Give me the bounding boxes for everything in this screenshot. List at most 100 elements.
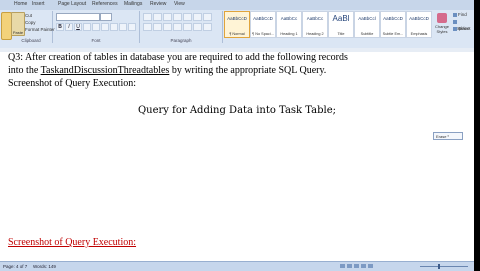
style-name: ¶ Normal bbox=[229, 32, 245, 36]
web-layout-icon[interactable] bbox=[354, 264, 359, 268]
style-emphasis[interactable]: AaBbCcD Emphasis bbox=[406, 11, 432, 38]
full-screen-icon[interactable] bbox=[347, 264, 352, 268]
tab-page-layout[interactable]: Page Layout bbox=[58, 1, 86, 7]
paragraph-row-2 bbox=[143, 23, 213, 31]
borders-button[interactable] bbox=[203, 23, 212, 31]
style-no-spacing[interactable]: AaBbCcD ¶ No Spaci... bbox=[250, 11, 276, 38]
tab-mailings[interactable]: Mailings bbox=[124, 1, 142, 7]
justify-button[interactable] bbox=[173, 23, 182, 31]
change-case-button[interactable] bbox=[110, 23, 118, 31]
font-group-label: Font bbox=[91, 38, 101, 43]
bullets-button[interactable] bbox=[143, 13, 152, 21]
center-button[interactable] bbox=[153, 23, 162, 31]
zoom-slider-knob[interactable] bbox=[438, 264, 440, 269]
style-name: ¶ No Spaci... bbox=[252, 32, 274, 36]
style-name: Heading 1 bbox=[280, 32, 298, 36]
doc-line-2-suffix: by writing the appropriate SQL Query. bbox=[169, 65, 327, 76]
tab-insert[interactable]: Insert bbox=[32, 1, 45, 7]
draft-icon[interactable] bbox=[368, 264, 373, 268]
format-painter-button[interactable]: Format Painter bbox=[25, 27, 55, 32]
replace-button[interactable]: Replace bbox=[453, 18, 474, 31]
ribbon: Home Insert Page Layout References Maili… bbox=[0, 0, 474, 49]
paragraph-group-label: Paragraph bbox=[170, 38, 192, 43]
editing-group: Find Replace Select bbox=[453, 11, 474, 41]
shading-button[interactable] bbox=[193, 23, 202, 31]
cut-button[interactable]: Cut bbox=[25, 13, 32, 18]
numbering-button[interactable] bbox=[153, 13, 162, 21]
style-normal[interactable]: AaBbCcD ¶ Normal bbox=[224, 11, 250, 38]
style-name: Title bbox=[337, 32, 345, 36]
tab-view[interactable]: View bbox=[174, 1, 185, 7]
style-title[interactable]: AaBl Title bbox=[328, 11, 354, 38]
replace-icon bbox=[453, 19, 457, 24]
bold-button[interactable]: B bbox=[56, 23, 64, 31]
superscript-button[interactable] bbox=[101, 23, 109, 31]
paragraph-row-1 bbox=[143, 13, 213, 21]
style-sample: AaBbCc bbox=[306, 16, 324, 21]
tab-home[interactable]: Home bbox=[14, 1, 27, 7]
highlight-button[interactable] bbox=[119, 23, 127, 31]
zoom-slider[interactable] bbox=[420, 266, 468, 267]
paste-button[interactable]: Paste bbox=[11, 12, 25, 36]
word-count[interactable]: Words: 149 bbox=[33, 264, 56, 269]
italic-button[interactable]: I bbox=[65, 23, 73, 31]
style-sample: AaBbCcl bbox=[358, 16, 376, 21]
style-name: Heading 2 bbox=[306, 32, 324, 36]
decrease-indent-button[interactable] bbox=[173, 13, 182, 21]
binoculars-icon bbox=[453, 12, 457, 17]
style-name: Subtitle bbox=[360, 32, 374, 36]
find-button[interactable]: Find bbox=[453, 11, 474, 18]
change-styles-button[interactable]: Change Styles bbox=[433, 11, 451, 41]
document-page[interactable]: Q3: After creation of tables in database… bbox=[0, 52, 474, 261]
doc-line-3: Screenshot of Query Execution: bbox=[8, 78, 137, 89]
clipboard-group-label: Clipboard bbox=[21, 38, 41, 43]
style-heading-2[interactable]: AaBbCc Heading 2 bbox=[302, 11, 328, 38]
line-spacing-button[interactable] bbox=[183, 23, 192, 31]
page-count[interactable]: Page: 4 of 7 bbox=[3, 264, 27, 269]
table-name-text: TaskandDiscussionThreadtables bbox=[40, 65, 170, 76]
outline-icon[interactable] bbox=[361, 264, 366, 268]
doc-line-2-prefix: into the bbox=[8, 65, 41, 76]
font-name-input[interactable] bbox=[56, 13, 100, 21]
style-subtle-emphasis[interactable]: AaBbCcD Subtle Em... bbox=[380, 11, 406, 38]
multilevel-list-button[interactable] bbox=[163, 13, 172, 21]
right-black-bar bbox=[474, 0, 480, 270]
change-styles-icon bbox=[437, 13, 447, 23]
copy-button[interactable]: Copy bbox=[25, 20, 36, 25]
style-name: Subtle Em... bbox=[382, 32, 404, 36]
style-sample: AaBbCcD bbox=[253, 16, 273, 21]
style-heading-1[interactable]: AaBbCc Heading 1 bbox=[276, 11, 302, 38]
font-color-button[interactable] bbox=[128, 23, 136, 31]
tab-review[interactable]: Review bbox=[150, 1, 166, 7]
sort-button[interactable] bbox=[193, 13, 202, 21]
ribbon-tabs: Home Insert Page Layout References Maili… bbox=[0, 0, 474, 10]
align-right-button[interactable] bbox=[163, 23, 172, 31]
style-subtitle[interactable]: AaBbCcl Subtitle bbox=[354, 11, 380, 38]
increase-indent-button[interactable] bbox=[183, 13, 192, 21]
tab-references[interactable]: References bbox=[92, 1, 118, 7]
styles-gallery: AaBbCcD ¶ Normal AaBbCcD ¶ No Spaci... A… bbox=[224, 11, 432, 41]
align-left-button[interactable] bbox=[143, 23, 152, 31]
style-name: Emphasis bbox=[410, 32, 428, 36]
change-styles-label: Change Styles bbox=[434, 24, 449, 34]
style-sample: AaBbCcD bbox=[227, 16, 247, 21]
style-sample: AaBbCcD bbox=[383, 16, 403, 21]
view-buttons bbox=[340, 264, 375, 269]
select-label: Select bbox=[458, 26, 471, 31]
print-layout-icon[interactable] bbox=[340, 264, 345, 268]
underline-button[interactable]: U bbox=[74, 23, 82, 31]
strikethrough-button[interactable] bbox=[83, 23, 91, 31]
style-sample: AaBbCcD bbox=[409, 16, 429, 21]
font-size-input[interactable] bbox=[100, 13, 112, 21]
find-label: Find bbox=[458, 12, 467, 17]
query-heading: Query for Adding Data into Task Table; bbox=[137, 105, 337, 116]
select-button[interactable]: Select bbox=[453, 25, 474, 32]
subscript-button[interactable] bbox=[92, 23, 100, 31]
show-marks-button[interactable] bbox=[203, 13, 212, 21]
doc-line-2: into the TaskandDiscussionThreadtables b… bbox=[8, 65, 326, 76]
style-sample: AaBl bbox=[332, 14, 350, 23]
floating-tooltip: Erase ⁰ bbox=[433, 132, 463, 140]
red-heading: Screenshot of Query Execution: bbox=[8, 237, 137, 248]
word-window: Home Insert Page Layout References Maili… bbox=[0, 0, 480, 271]
select-icon bbox=[453, 26, 457, 31]
